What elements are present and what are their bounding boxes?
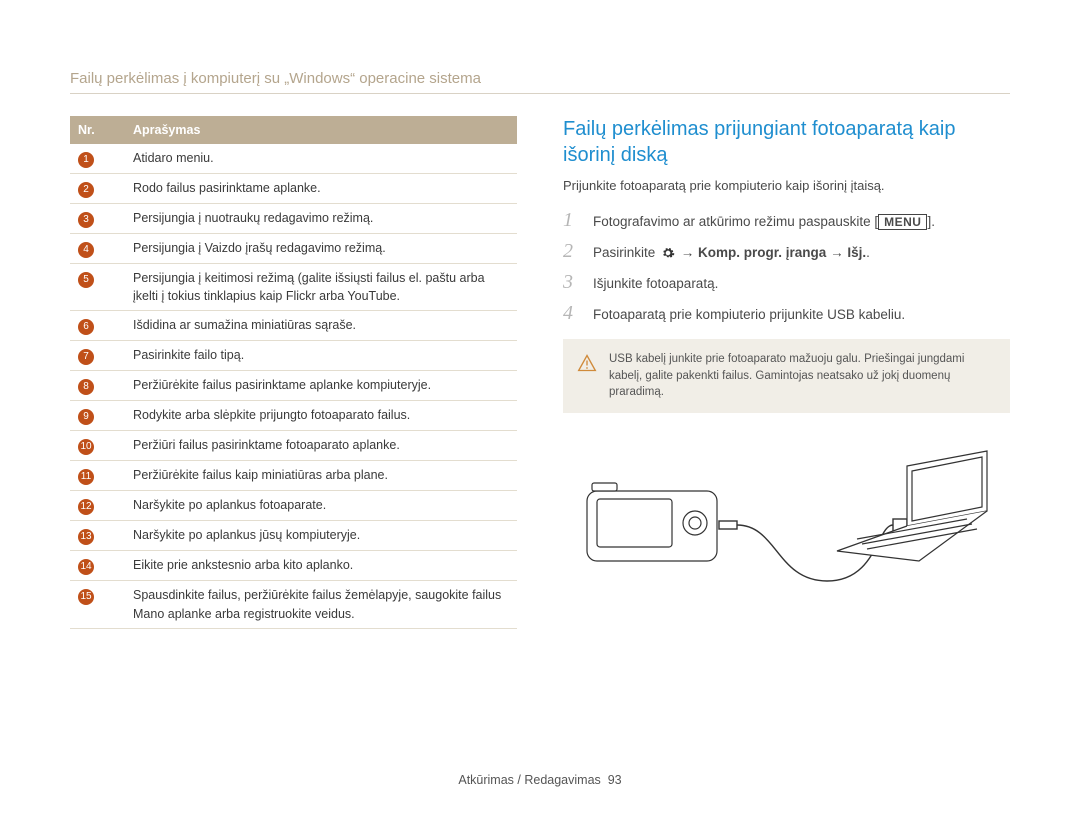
row-description: Atidaro meniu. xyxy=(125,144,517,174)
row-description: Persijungia į Vaizdo įrašų redagavimo re… xyxy=(125,234,517,264)
warning-icon xyxy=(577,353,597,401)
step1-text-a: Fotografavimo ar atkūrimo režimu paspaus… xyxy=(593,214,878,229)
step-number: 1 xyxy=(563,209,581,232)
warning-text: USB kabelį junkite prie fotoaparato mažu… xyxy=(609,351,996,401)
table-row: 15 Spausdinkite failus, peržiūrėkite fail… xyxy=(70,581,517,628)
table-row: 3 Persijungia į nuotraukų redagavimo reži… xyxy=(70,204,517,234)
th-desc: Aprašymas xyxy=(125,116,517,144)
row-number-badge: 3 xyxy=(78,212,94,228)
step-3: 3 Išjunkite fotoaparatą. xyxy=(563,271,1010,294)
connection-illustration xyxy=(563,431,1010,596)
table-row: 12 Naršykite po aplankus fotoaparate. xyxy=(70,491,517,521)
table-row: 13 Naršykite po aplankus jūsų kompiuteryj… xyxy=(70,521,517,551)
step-number: 3 xyxy=(563,271,581,294)
row-number-badge: 6 xyxy=(78,319,94,335)
row-description: Išdidina ar sumažina miniatiūras sąraše. xyxy=(125,311,517,341)
page-footer: Atkūrimas / Redagavimas 93 xyxy=(0,773,1080,787)
step1-text-b: ]. xyxy=(927,214,935,229)
row-description: Peržiūri failus pasirinktame fotoaparato… xyxy=(125,431,517,461)
table-row: 4 Persijungia į Vaizdo įrašų redagavimo r… xyxy=(70,234,517,264)
table-row: 9 Rodykite arba slėpkite prijungto fotoap… xyxy=(70,401,517,431)
step2-text-a: Pasirinkite xyxy=(593,245,659,260)
row-number-badge: 2 xyxy=(78,182,94,198)
step4-text: Fotoaparatą prie kompiuterio prijunkite … xyxy=(593,307,905,322)
table-row: 1 Atidaro meniu. xyxy=(70,144,517,174)
row-number-badge: 10 xyxy=(78,439,94,455)
row-description: Rodykite arba slėpkite prijungto fotoapa… xyxy=(125,401,517,431)
row-number-badge: 8 xyxy=(78,379,94,395)
row-description: Naršykite po aplankus jūsų kompiuteryje. xyxy=(125,521,517,551)
step-number: 2 xyxy=(563,240,581,263)
section-title: Failų perkėlimas prijungiant fotoaparatą… xyxy=(563,116,1010,168)
row-number-badge: 1 xyxy=(78,152,94,168)
footer-text: Atkūrimas / Redagavimas xyxy=(458,773,600,787)
table-row: 8 Peržiūrėkite failus pasirinktame aplank… xyxy=(70,371,517,401)
step-4: 4 Fotoaparatą prie kompiuterio prijunkit… xyxy=(563,302,1010,325)
row-description: Peržiūrėkite failus pasirinktame aplanke… xyxy=(125,371,517,401)
page-header: Failų perkėlimas į kompiuterį su „Window… xyxy=(70,70,1010,94)
table-row: 6 Išdidina ar sumažina miniatiūras sąraše… xyxy=(70,311,517,341)
intro-text: Prijunkite fotoaparatą prie kompiuterio … xyxy=(563,178,1010,193)
row-number-badge: 5 xyxy=(78,272,94,288)
step2-off: Išj. xyxy=(847,245,866,260)
table-row: 7 Pasirinkite failo tipą. xyxy=(70,341,517,371)
step2-arrow1: → xyxy=(677,245,698,260)
row-description: Eikite prie ankstesnio arba kito aplanko… xyxy=(125,551,517,581)
row-description: Spausdinkite failus, peržiūrėkite failus… xyxy=(125,581,517,628)
table-row: 5 Persijungia į keitimosi režimą (galite … xyxy=(70,264,517,311)
step3-text: Išjunkite fotoaparatą. xyxy=(593,276,718,291)
table-row: 14 Eikite prie ankstesnio arba kito aplan… xyxy=(70,551,517,581)
row-description: Rodo failus pasirinktame aplanke. xyxy=(125,174,517,204)
menu-button-label: MENU xyxy=(878,214,927,230)
row-number-badge: 7 xyxy=(78,349,94,365)
steps-list: 1 Fotografavimo ar atkūrimo režimu paspa… xyxy=(563,209,1010,325)
left-column: Nr. Aprašymas 1 Atidaro meniu. 2 Rodo failu… xyxy=(70,116,517,629)
row-description: Persijungia į nuotraukų redagavimo režim… xyxy=(125,204,517,234)
step-2: 2 Pasirinkite → Komp. progr. įranga → Iš… xyxy=(563,240,1010,263)
step2-arrow2: → xyxy=(826,245,847,260)
table-row: 11 Peržiūrėkite failus kaip miniatiūras a… xyxy=(70,461,517,491)
gear-icon xyxy=(661,246,675,260)
row-number-badge: 15 xyxy=(78,589,94,605)
row-description: Persijungia į keitimosi režimą (galite i… xyxy=(125,264,517,311)
row-description: Naršykite po aplankus fotoaparate. xyxy=(125,491,517,521)
row-number-badge: 11 xyxy=(78,469,94,485)
row-description: Peržiūrėkite failus kaip miniatiūras arb… xyxy=(125,461,517,491)
table-row: 10 Peržiūri failus pasirinktame fotoapara… xyxy=(70,431,517,461)
row-description: Pasirinkite failo tipą. xyxy=(125,341,517,371)
row-number-badge: 12 xyxy=(78,499,94,515)
step-number: 4 xyxy=(563,302,581,325)
row-number-badge: 14 xyxy=(78,559,94,575)
step-1: 1 Fotografavimo ar atkūrimo režimu paspa… xyxy=(563,209,1010,232)
row-number-badge: 4 xyxy=(78,242,94,258)
description-table: Nr. Aprašymas 1 Atidaro meniu. 2 Rodo failu… xyxy=(70,116,517,629)
warning-note: USB kabelį junkite prie fotoaparato mažu… xyxy=(563,339,1010,413)
table-row: 2 Rodo failus pasirinktame aplanke. xyxy=(70,174,517,204)
row-number-badge: 9 xyxy=(78,409,94,425)
right-column: Failų perkėlimas prijungiant fotoaparatą… xyxy=(563,116,1010,629)
page-number: 93 xyxy=(608,773,622,787)
th-nr: Nr. xyxy=(70,116,125,144)
step2-dot: . xyxy=(866,245,870,260)
row-number-badge: 13 xyxy=(78,529,94,545)
step2-bold: Komp. progr. įranga xyxy=(698,245,826,260)
